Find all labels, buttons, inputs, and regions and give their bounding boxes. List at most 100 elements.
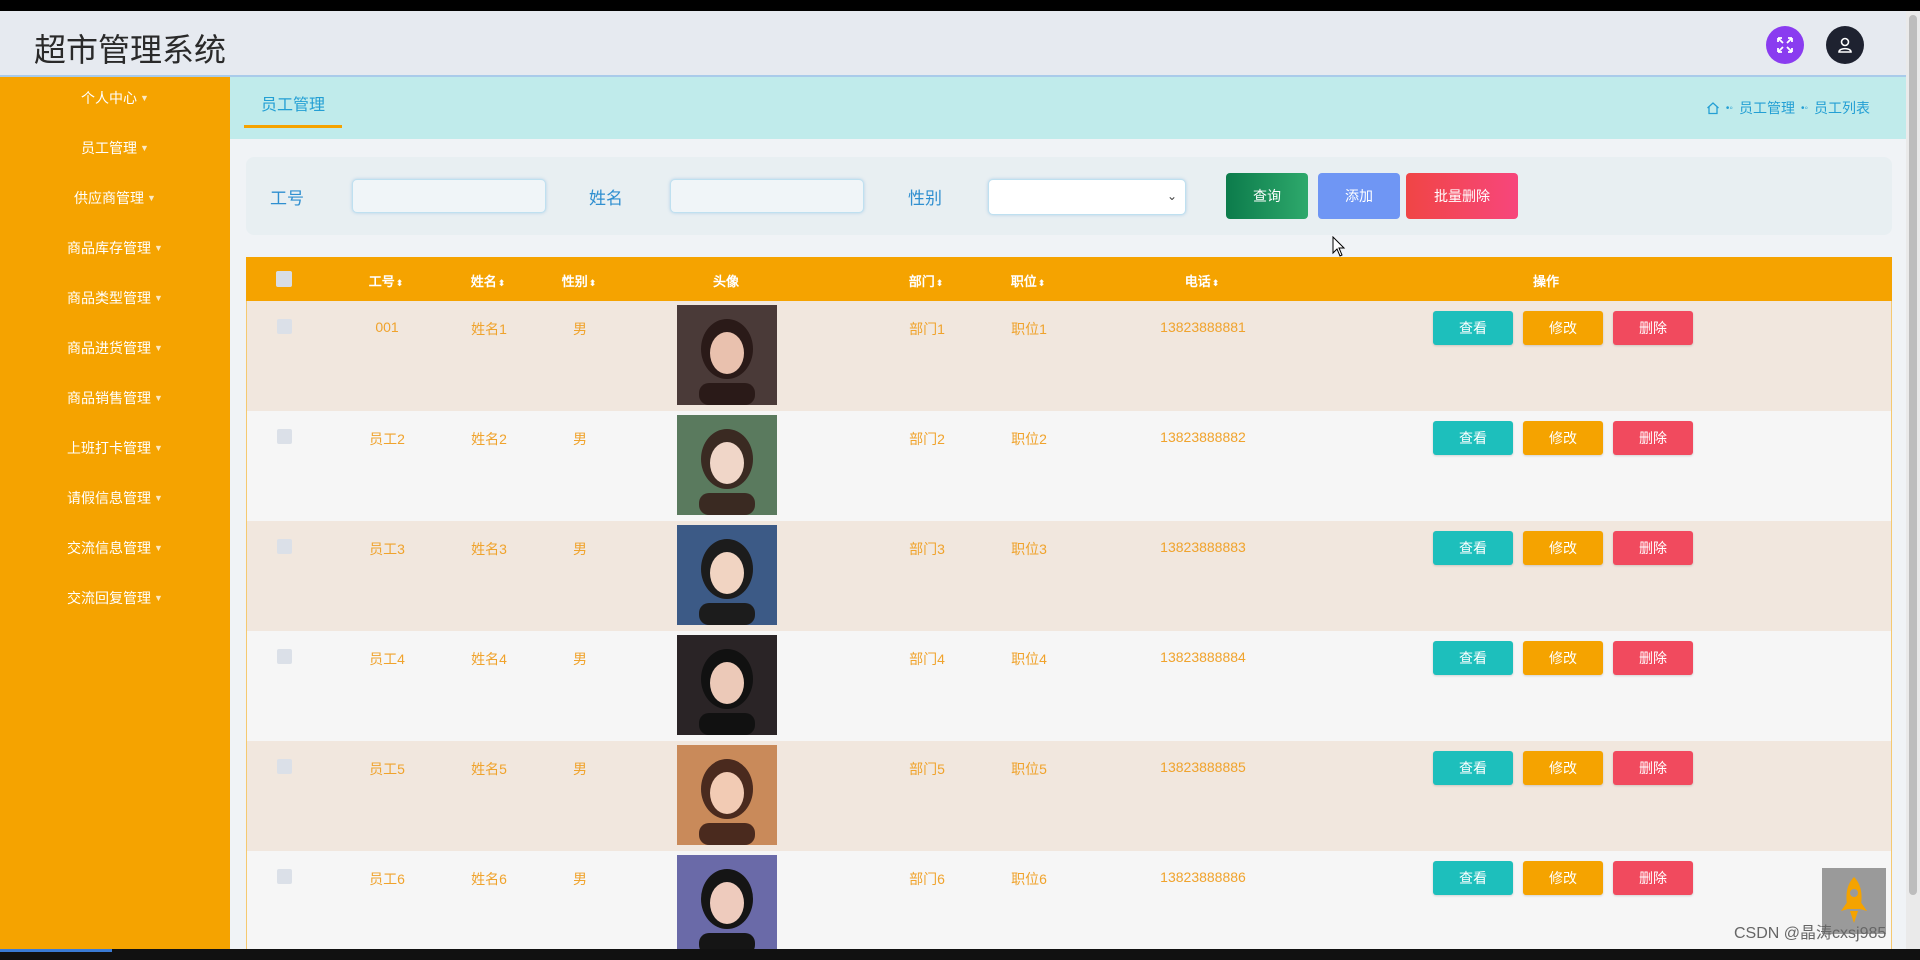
row-checkbox[interactable] (277, 539, 292, 554)
breadcrumb-item-employee[interactable]: 员工管理 (1739, 98, 1795, 118)
cell-position: 职位6 (1011, 871, 1047, 887)
sidebar-item-employee[interactable]: 员工管理 ▼ (0, 138, 230, 158)
row-checkbox[interactable] (277, 429, 292, 444)
cell-gender: 男 (573, 321, 587, 337)
sort-icon: ⬍ (588, 278, 597, 288)
cell-gender: 男 (573, 431, 587, 447)
sidebar-item-inventory[interactable]: 商品库存管理 ▼ (0, 238, 230, 258)
sidebar-item-label: 上班打卡管理 (67, 440, 152, 456)
tab-employee-management[interactable]: 员工管理 (244, 89, 342, 128)
cell-name: 姓名6 (471, 871, 507, 887)
cell-gender: 男 (573, 651, 587, 667)
edit-button[interactable]: 修改 (1523, 421, 1603, 455)
add-button[interactable]: 添加 (1318, 173, 1400, 219)
cell-name: 姓名5 (471, 761, 507, 777)
batch-delete-button[interactable]: 批量删除 (1406, 173, 1518, 219)
row-checkbox[interactable] (277, 869, 292, 884)
cell-phone: 13823888885 (1160, 759, 1246, 775)
cell-department: 部门3 (909, 541, 945, 557)
caret-down-icon: ▼ (154, 393, 163, 403)
caret-down-icon: ▼ (154, 343, 163, 353)
gender-select[interactable]: ⌄ (988, 179, 1186, 215)
edit-button[interactable]: 修改 (1523, 531, 1603, 565)
sidebar-item-leave[interactable]: 请假信息管理 ▼ (0, 488, 230, 508)
avatar (677, 635, 777, 735)
delete-button[interactable]: 删除 (1613, 421, 1693, 455)
expand-icon (1777, 37, 1793, 53)
view-button[interactable]: 查看 (1433, 861, 1513, 895)
view-button[interactable]: 查看 (1433, 531, 1513, 565)
cell-phone: 13823888886 (1160, 869, 1246, 885)
cell-phone: 13823888881 (1160, 319, 1246, 335)
cell-department: 部门5 (909, 761, 945, 777)
cell-phone: 13823888883 (1160, 539, 1246, 555)
header-actions: 操作 (1532, 274, 1559, 289)
select-all-checkbox[interactable] (276, 271, 292, 287)
table-row: 员工3 姓名3 男 部门3 职位3 13823888883 查看 修改 删除 (246, 521, 1892, 631)
query-button[interactable]: 查询 (1226, 173, 1308, 219)
sidebar-item-sales[interactable]: 商品销售管理 ▼ (0, 388, 230, 408)
screen: 超市管理系统 个人中心 ▼ 员工管理 ▼ 供应商管理 ▼ 商品库存管理 ▼ 商品类型管理… (0, 11, 1906, 949)
sidebar-item-supplier[interactable]: 供应商管理 ▼ (0, 188, 230, 208)
view-button[interactable]: 查看 (1433, 641, 1513, 675)
delete-button[interactable]: 删除 (1613, 531, 1693, 565)
sidebar-item-replies[interactable]: 交流回复管理 ▼ (0, 588, 230, 608)
chevron-down-icon: ⌄ (1166, 189, 1177, 203)
sidebar-item-label: 商品类型管理 (67, 290, 152, 306)
avatar (677, 745, 777, 845)
header-gender[interactable]: 性别⬍ (544, 271, 614, 290)
header-name[interactable]: 姓名⬍ (448, 271, 528, 290)
fullscreen-button[interactable] (1766, 26, 1804, 64)
view-button[interactable]: 查看 (1433, 751, 1513, 785)
sidebar-item-messages[interactable]: 交流信息管理 ▼ (0, 538, 230, 558)
scrollbar-thumb[interactable] (1909, 15, 1917, 895)
row-checkbox[interactable] (277, 319, 292, 334)
edit-button[interactable]: 修改 (1523, 641, 1603, 675)
header-department[interactable]: 部门⬍ (886, 271, 966, 290)
avatar (677, 525, 777, 625)
delete-button[interactable]: 删除 (1613, 751, 1693, 785)
sidebar-item-product-type[interactable]: 商品类型管理 ▼ (0, 288, 230, 308)
cell-name: 姓名2 (471, 431, 507, 447)
delete-button[interactable]: 删除 (1613, 311, 1693, 345)
name-label: 姓名 (589, 189, 623, 208)
header-employee-id[interactable]: 工号⬍ (346, 271, 426, 290)
header-position[interactable]: 职位⬍ (988, 271, 1068, 290)
row-checkbox[interactable] (277, 649, 292, 664)
edit-button[interactable]: 修改 (1523, 861, 1603, 895)
edit-button[interactable]: 修改 (1523, 751, 1603, 785)
home-icon[interactable] (1706, 101, 1720, 115)
cell-gender: 男 (573, 871, 587, 887)
cell-employee-id: 001 (375, 319, 399, 335)
cell-position: 职位5 (1011, 761, 1047, 777)
employee-id-input[interactable] (352, 179, 546, 213)
sidebar-item-personal-center[interactable]: 个人中心 ▼ (0, 88, 230, 108)
view-button[interactable]: 查看 (1433, 421, 1513, 455)
search-panel: 工号 姓名 性别 ⌄ 查询 添加 批量删除 (246, 157, 1892, 235)
user-icon (1838, 37, 1852, 53)
delete-button[interactable]: 删除 (1613, 641, 1693, 675)
row-checkbox[interactable] (277, 759, 292, 774)
breadcrumb-separator-icon: •◦ (1725, 102, 1733, 114)
view-button[interactable]: 查看 (1433, 311, 1513, 345)
cell-gender: 男 (573, 541, 587, 557)
sidebar-item-clock-in[interactable]: 上班打卡管理 ▼ (0, 438, 230, 458)
cell-employee-id: 员工3 (369, 541, 405, 557)
sidebar-item-purchase[interactable]: 商品进货管理 ▼ (0, 338, 230, 358)
header-avatar: 头像 (712, 274, 739, 289)
csdn-watermark: CSDN @晶涛cxsj985 (1734, 925, 1887, 942)
edit-button[interactable]: 修改 (1523, 311, 1603, 345)
header-phone[interactable]: 电话⬍ (1142, 271, 1262, 290)
sort-icon: ⬍ (395, 278, 404, 288)
employee-id-label: 工号 (270, 189, 304, 208)
header-label: 电话 (1184, 274, 1211, 289)
taskbar-accent (0, 949, 112, 952)
sidebar-item-label: 商品进货管理 (67, 340, 152, 356)
user-button[interactable] (1826, 26, 1864, 64)
delete-button[interactable]: 删除 (1613, 861, 1693, 895)
name-input[interactable] (670, 179, 864, 213)
header-label: 性别 (561, 274, 588, 289)
cell-employee-id: 员工6 (369, 871, 405, 887)
page-scrollbar[interactable] (1906, 11, 1920, 949)
cell-phone: 13823888882 (1160, 429, 1246, 445)
